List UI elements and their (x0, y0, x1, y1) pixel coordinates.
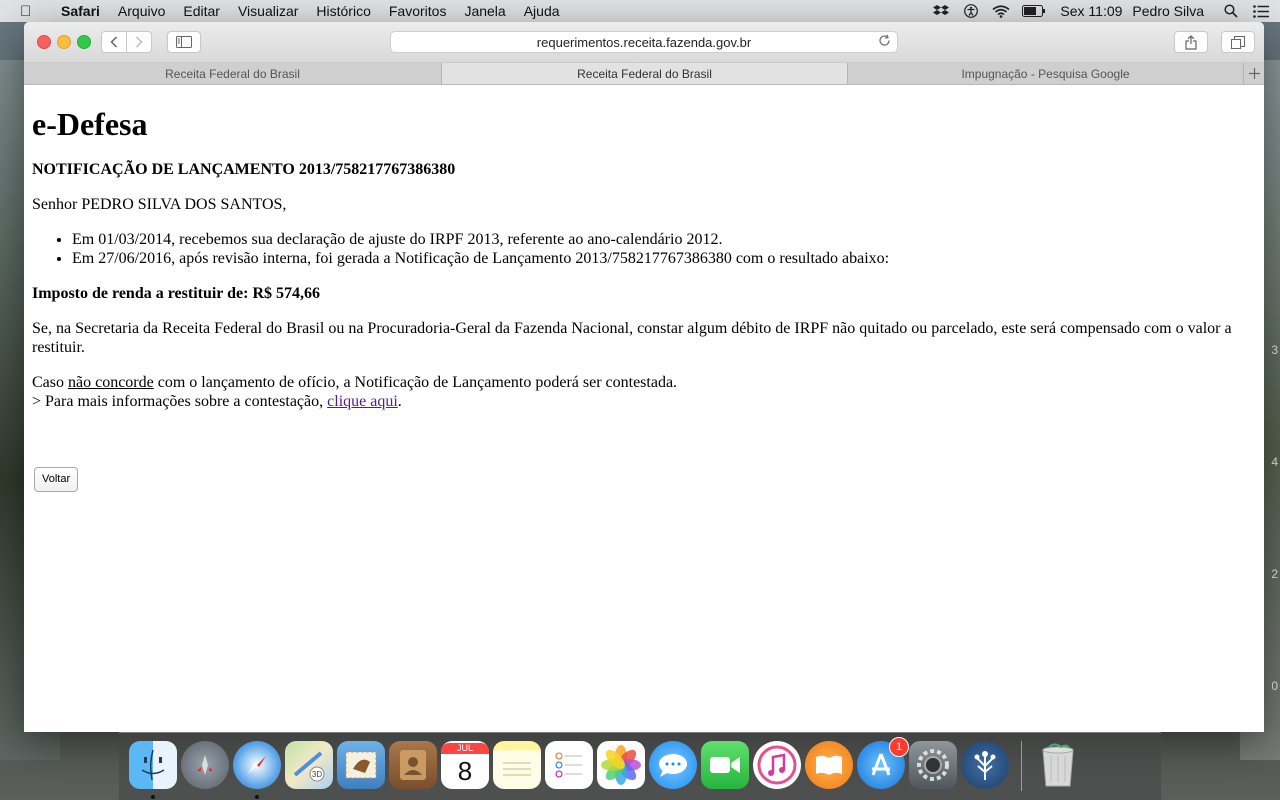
share-icon (1185, 34, 1197, 50)
menu-ajuda[interactable]: Ajuda (515, 0, 569, 22)
page-content: e-Defesa NOTIFICAÇÃO DE LANÇAMENTO 2013/… (24, 106, 1264, 492)
trash-icon[interactable] (1034, 741, 1082, 789)
contacts-icon[interactable] (389, 741, 437, 789)
new-tab-button[interactable] (1244, 63, 1264, 84)
calendar-day: 8 (457, 755, 473, 786)
close-window-button[interactable] (37, 35, 51, 49)
url-text: requerimentos.receita.fazenda.gov.br (536, 34, 752, 50)
reload-icon[interactable] (878, 34, 891, 50)
nao-concorde-link[interactable]: não concorde (68, 374, 154, 391)
notice-heading: NOTIFICAÇÃO DE LANÇAMENTO 2013/758217767… (32, 161, 456, 178)
messages-icon[interactable] (649, 741, 697, 789)
desktop-number: 0 (1271, 679, 1278, 693)
page-title: e-Defesa (32, 106, 148, 142)
menu-visualizar[interactable]: Visualizar (229, 0, 307, 22)
notification-center-icon[interactable] (1252, 4, 1270, 18)
menu-favoritos[interactable]: Favoritos (380, 0, 456, 22)
timeline-list: Em 01/03/2014, recebemos sua declaração … (32, 230, 1256, 268)
list-item: Em 01/03/2014, recebemos sua declaração … (72, 230, 1256, 249)
desktop-number: 2 (1271, 567, 1278, 581)
tab-bar: Receita Federal do Brasil Receita Federa… (24, 63, 1264, 85)
safari-icon[interactable] (233, 741, 281, 799)
app-store-icon[interactable]: 1 (857, 737, 909, 789)
finder-icon[interactable] (129, 741, 177, 799)
contest-paragraph: Caso não concorde com o lançamento de of… (32, 373, 1256, 411)
ibooks-icon[interactable] (805, 741, 853, 789)
tab-receita-federal-1[interactable]: Receita Federal do Brasil (24, 63, 442, 84)
chevron-left-icon (110, 36, 118, 48)
tabs-overview-icon (1231, 35, 1245, 49)
share-button[interactable] (1174, 31, 1208, 53)
maps-icon[interactable]: 3D (285, 741, 333, 789)
minimize-window-button[interactable] (57, 35, 71, 49)
desktop-number: 4 (1271, 455, 1278, 469)
wifi-icon[interactable] (992, 4, 1010, 18)
refund-amount: Imposto de renda a restituir de: R$ 574,… (32, 285, 320, 302)
greeting: Senhor PEDRO SILVA DOS SANTOS, (32, 196, 287, 213)
info-suffix: . (397, 393, 402, 410)
calendar-month: JUL (441, 742, 489, 754)
sidebar-toggle-button[interactable] (167, 31, 201, 53)
case-prefix: Caso (32, 374, 68, 391)
photos-icon[interactable] (597, 741, 645, 789)
menu-arquivo[interactable]: Arquivo (109, 0, 174, 22)
accessibility-icon[interactable] (962, 4, 980, 18)
menu-janela[interactable]: Janela (455, 0, 514, 22)
reminders-icon[interactable] (545, 741, 593, 789)
facetime-icon[interactable] (701, 741, 749, 789)
itunes-icon[interactable] (753, 741, 801, 789)
menu-bar:  Safari Arquivo Editar Visualizar Histó… (0, 0, 1280, 22)
window-titlebar: requerimentos.receita.fazenda.gov.br (24, 22, 1264, 63)
mail-icon[interactable] (337, 741, 385, 789)
menubar-user[interactable]: Pedro Silva (1132, 3, 1204, 19)
info-prefix: > Para mais informações sobre a contesta… (32, 393, 328, 410)
tab-receita-federal-2[interactable]: Receita Federal do Brasil (442, 63, 848, 84)
chevron-right-icon (135, 36, 143, 48)
fullscreen-window-button[interactable] (77, 35, 91, 49)
dock-separator (1021, 741, 1022, 791)
notes-icon[interactable] (493, 741, 541, 789)
system-preferences-icon[interactable] (909, 741, 957, 789)
app-store-badge: 1 (889, 737, 909, 757)
plus-icon (1248, 68, 1260, 79)
clique-aqui-link[interactable]: clique aqui (327, 393, 398, 410)
back-button[interactable] (101, 31, 127, 53)
menubar-clock[interactable]: Sex 11:09 (1060, 3, 1122, 19)
menu-app-safari[interactable]: Safari (52, 0, 109, 22)
list-item: Em 27/06/2016, após revisão interna, foi… (72, 249, 1256, 268)
case-suffix: com o lançamento de ofício, a Notificaçã… (153, 374, 678, 391)
desktop-number: 3 (1271, 343, 1278, 357)
launchpad-icon[interactable] (181, 741, 229, 789)
apple-menu-icon[interactable]:  (20, 3, 36, 20)
dock: 3D JUL 8 1 (119, 732, 1161, 800)
battery-icon[interactable] (1022, 4, 1046, 18)
calendar-icon[interactable]: JUL 8 (441, 741, 489, 789)
dropbox-icon[interactable] (932, 4, 950, 18)
spotlight-search-icon[interactable] (1222, 4, 1240, 18)
safari-window: requerimentos.receita.fazenda.gov.br Rec… (24, 22, 1264, 732)
forward-button[interactable] (126, 31, 152, 53)
sidebar-icon (176, 36, 192, 48)
compensation-text: Se, na Secretaria da Receita Federal do … (32, 320, 1232, 356)
sourcetree-icon[interactable] (961, 741, 1009, 789)
menu-historico[interactable]: Histórico (307, 0, 379, 22)
svg-text:3D: 3D (312, 770, 322, 779)
tab-impugnacao-google[interactable]: Impugnação - Pesquisa Google (848, 63, 1244, 84)
menu-editar[interactable]: Editar (174, 0, 229, 22)
show-all-tabs-button[interactable] (1221, 31, 1255, 53)
address-bar[interactable]: requerimentos.receita.fazenda.gov.br (390, 31, 898, 53)
voltar-button[interactable]: Voltar (34, 467, 79, 492)
